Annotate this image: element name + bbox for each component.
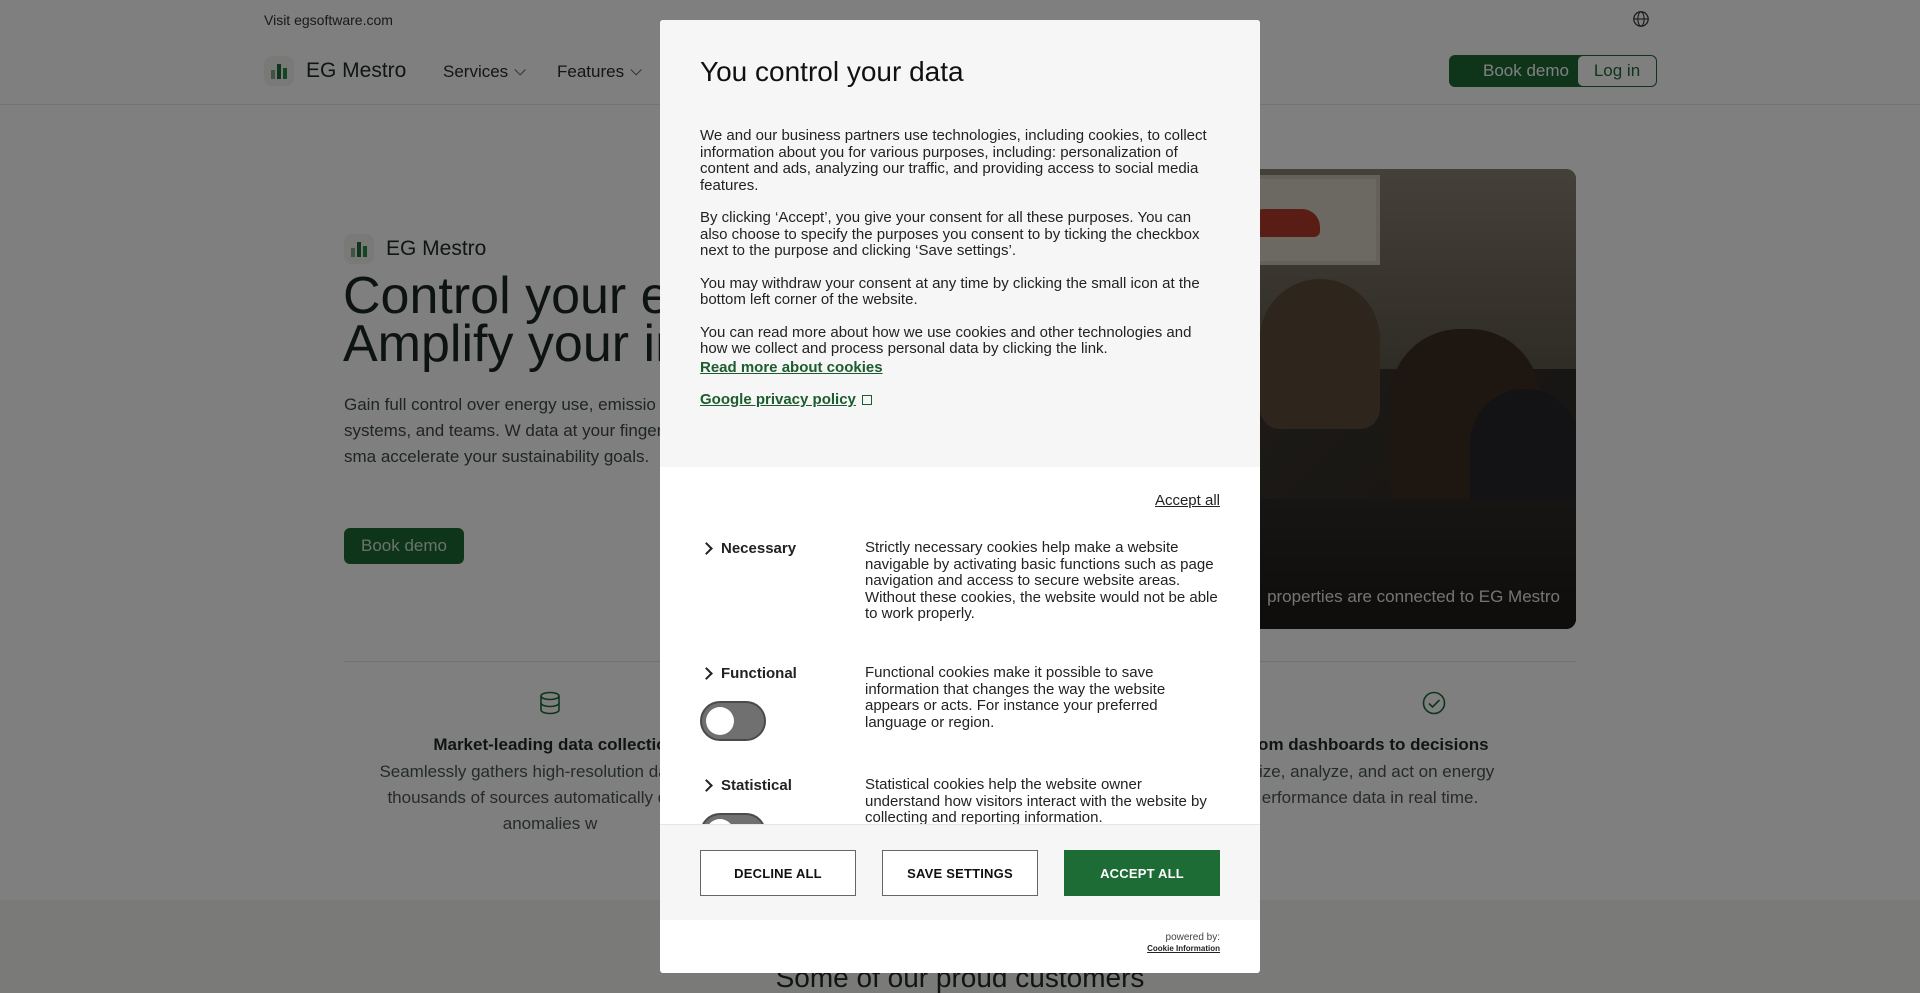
intro-paragraph: We and our business partners use technol… (700, 127, 1207, 194)
category-description: Strictly necessary cookies help make a w… (865, 539, 1218, 622)
accept-all-button[interactable]: ACCEPT ALL (1064, 850, 1220, 896)
intro-paragraph: By clicking ‘Accept’, you give your cons… (700, 209, 1200, 259)
chevron-right-icon (700, 667, 713, 680)
cookie-intro-section: You control your data We and our busines… (660, 20, 1260, 467)
read-more-cookies-link[interactable]: Read more about cookies (700, 359, 883, 376)
consent-buttons: DECLINE ALL SAVE SETTINGS ACCEPT ALL (660, 824, 1260, 920)
chevron-right-icon (700, 542, 713, 555)
category-name: Necessary (721, 540, 797, 557)
save-settings-button[interactable]: SAVE SETTINGS (882, 850, 1038, 896)
category-necessary: Necessary Strictly necessary cookies hel… (700, 539, 1220, 650)
category-toggle-statistical[interactable]: Statistical (700, 777, 792, 794)
category-toggle-functional[interactable]: Functional (700, 665, 797, 682)
cookie-categories-scroll[interactable]: Accept all Necessary Strictly necessary … (660, 467, 1260, 845)
functional-switch[interactable] (700, 701, 766, 741)
google-privacy-policy-link[interactable]: Google privacy policy (700, 391, 856, 408)
category-toggle-necessary[interactable]: Necessary (700, 540, 796, 557)
category-description: Statistical cookies help the website own… (865, 776, 1207, 826)
external-link-icon (861, 395, 872, 405)
intro-paragraph: You may withdraw your consent at any tim… (700, 274, 1200, 308)
powered-by-label: powered by: (1165, 932, 1220, 943)
cookie-consent-dialog: You control your data We and our busines… (660, 20, 1260, 973)
accept-all-link[interactable]: Accept all (1155, 492, 1220, 509)
dialog-title: You control your data (700, 56, 964, 87)
cookie-information-link[interactable]: Cookie Information (1147, 943, 1220, 954)
category-description: Functional cookies make it possible to s… (865, 664, 1166, 731)
category-functional: Functional Functional cookies make it po… (700, 664, 1220, 765)
google-privacy-policy-label: Google privacy policy (700, 391, 856, 408)
category-name: Statistical (721, 777, 792, 794)
chevron-right-icon (700, 779, 713, 792)
intro-paragraph: You can read more about how we use cooki… (700, 323, 1192, 357)
category-name: Functional (721, 665, 797, 682)
powered-by: powered by: Cookie Information (1147, 932, 1220, 954)
cookie-intro: We and our business partners use technol… (700, 127, 1220, 425)
decline-all-button[interactable]: DECLINE ALL (700, 850, 856, 896)
